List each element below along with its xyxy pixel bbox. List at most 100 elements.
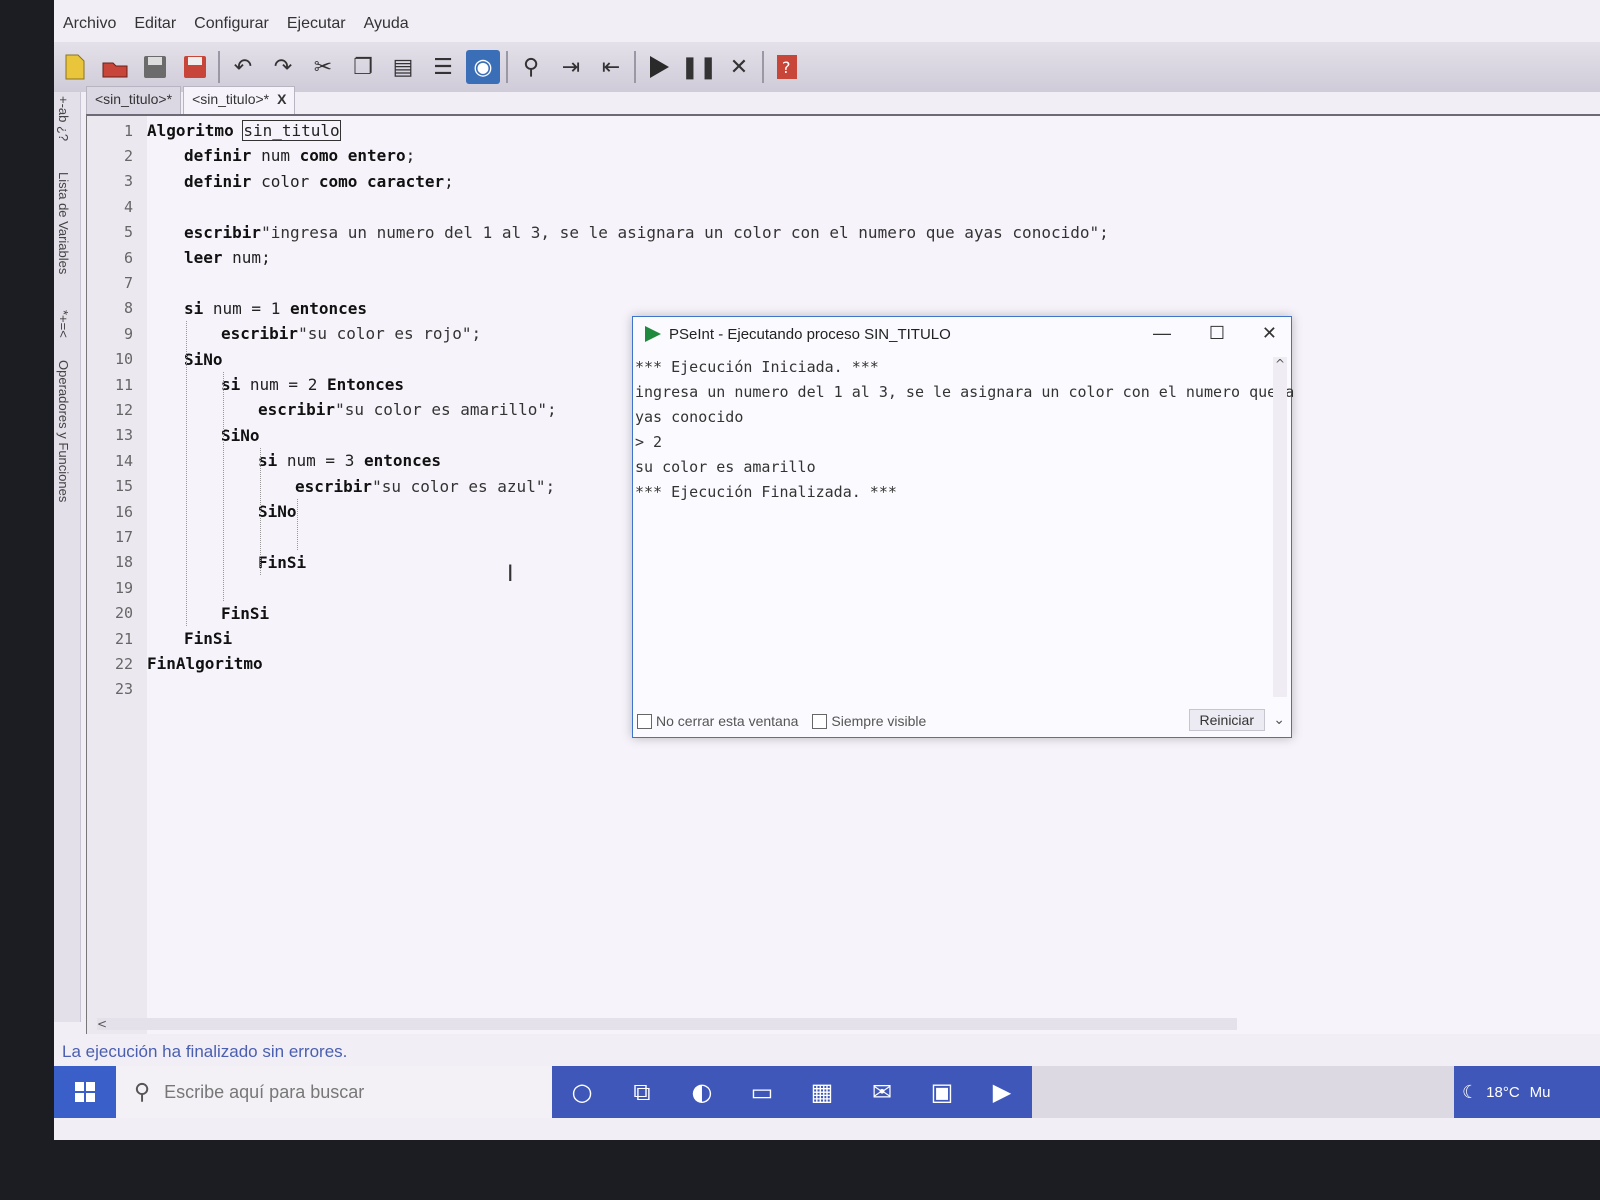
new-file-icon[interactable] <box>58 50 92 84</box>
variables-panel-tab[interactable]: Lista de Variables <box>56 172 71 274</box>
code-text: si num = 2 Entonces <box>221 375 404 394</box>
toolbar: ↶ ↷ ✂ ❐ ▤ ☰ ◉ ⚲ ⇥ ⇤ ❚❚ ✕ ? <box>54 42 1600 92</box>
code-line: 1 Algoritmo sin_titulo <box>87 118 341 143</box>
keyword: como <box>318 171 358 191</box>
menu-editar[interactable]: Editar <box>125 15 185 33</box>
console-line: yas conocido <box>635 408 744 426</box>
tab-sin-titulo-1[interactable]: <sin_titulo>* <box>86 86 182 114</box>
list-icon[interactable]: ☰ <box>426 50 460 84</box>
code-line: 2 definir num como entero; <box>87 143 415 168</box>
line-number: 8 <box>123 299 133 318</box>
tab-label: <sin_titulo>* <box>95 91 173 107</box>
step-icon[interactable]: ❚❚ <box>681 50 718 84</box>
line-number: 9 <box>123 324 133 343</box>
svg-text:?: ? <box>782 58 791 77</box>
no-close-checkbox[interactable] <box>637 713 652 729</box>
edge-icon[interactable]: ◐ <box>672 1078 732 1106</box>
tab-label: <sin_titulo>* <box>192 91 270 107</box>
scroll-left-icon[interactable]: < <box>97 1017 107 1031</box>
code-token: color <box>251 171 319 191</box>
weather-description: Mu <box>1529 1083 1551 1101</box>
find-icon[interactable]: ⚲ <box>514 50 548 84</box>
keyword: entonces <box>363 451 442 471</box>
code-line: 7 <box>87 270 147 295</box>
code-line: 8 si num = 1 entonces <box>87 296 367 321</box>
operators-panel-tab[interactable]: Operadores y Funciones <box>56 360 71 502</box>
execution-window-title: PSeInt - Ejecutando proceso SIN_TITULO <box>669 325 951 343</box>
weather-temperature[interactable]: 18°C <box>1486 1084 1520 1101</box>
line-number: 13 <box>114 426 133 445</box>
close-button[interactable]: ✕ <box>1262 323 1277 344</box>
keyword: escribir <box>184 222 262 242</box>
start-button[interactable] <box>54 1066 116 1118</box>
vertical-scrollbar[interactable]: ^ <box>1273 357 1287 697</box>
code-text: escribir"su color es azul"; <box>295 477 555 496</box>
copy-icon[interactable]: ❐ <box>346 50 380 84</box>
keyword: definir <box>184 146 252 166</box>
office-icon[interactable]: ▣ <box>912 1078 972 1106</box>
mail-icon[interactable]: ✉ <box>852 1078 912 1106</box>
toolbar-separator <box>634 51 636 83</box>
tab-sin-titulo-2[interactable]: <sin_titulo>* X <box>183 86 296 114</box>
text-cursor-icon: I <box>507 562 514 587</box>
line-number: 14 <box>114 451 133 470</box>
eye-icon[interactable]: ◉ <box>466 50 500 84</box>
line-number: 18 <box>114 553 133 572</box>
pseint-icon[interactable]: ▶ <box>972 1078 1032 1106</box>
code-token: num = 1 <box>203 298 290 318</box>
maximize-button[interactable]: ☐ <box>1209 323 1225 344</box>
undo-icon[interactable]: ↶ <box>226 50 260 84</box>
code-line: 15 escribir"su color es azul"; <box>87 474 555 499</box>
code-line: 10 SiNo <box>87 347 223 372</box>
line-number: 2 <box>123 146 133 165</box>
save-as-icon[interactable] <box>178 50 212 84</box>
code-token: num = 2 <box>240 375 327 394</box>
restart-button[interactable]: Reiniciar <box>1188 709 1265 731</box>
help-icon[interactable]: ? <box>770 50 804 84</box>
menu-ayuda[interactable]: Ayuda <box>355 15 418 33</box>
code-text: SiNo <box>221 426 260 445</box>
store-icon[interactable]: ▦ <box>792 1078 852 1106</box>
code-line: 20 FinSi <box>87 601 269 626</box>
string-literal: "su color es amarillo"; <box>335 400 557 420</box>
unindent-icon[interactable]: ⇤ <box>594 50 628 84</box>
debug-icon[interactable]: ✕ <box>722 50 756 84</box>
open-icon[interactable] <box>98 50 132 84</box>
code-text: Algoritmo sin_titulo <box>147 120 341 141</box>
menu-configurar[interactable]: Configurar <box>185 15 278 33</box>
code-text: FinSi <box>221 604 269 623</box>
indent-guide <box>223 372 224 601</box>
run-icon[interactable] <box>642 50 676 84</box>
save-icon[interactable] <box>138 50 172 84</box>
file-explorer-icon[interactable]: ▭ <box>732 1078 792 1106</box>
chevron-down-icon[interactable]: ⌄ <box>1273 711 1285 728</box>
code-text: leer num; <box>184 248 271 267</box>
keyword: SiNo <box>258 502 297 521</box>
code-line: 14 si num = 3 entonces <box>87 448 441 473</box>
code-text: si num = 3 entonces <box>258 451 441 470</box>
line-number: 22 <box>114 654 133 673</box>
operators-glyphs: *+=< <box>56 310 71 338</box>
keyword: SiNo <box>184 349 223 369</box>
toolbar-separator <box>218 51 220 83</box>
indent-icon[interactable]: ⇥ <box>554 50 588 84</box>
line-number: 17 <box>114 527 133 546</box>
minimize-button[interactable]: — <box>1153 323 1171 344</box>
task-view-icon[interactable]: ⧉ <box>612 1078 672 1106</box>
paste-icon[interactable]: ▤ <box>386 50 420 84</box>
side-panel: +-ab ¿? Lista de Variables *+=< Operador… <box>54 92 81 1022</box>
weather-moon-icon[interactable]: ☾ <box>1462 1082 1478 1103</box>
scroll-up-icon[interactable]: ^ <box>1273 357 1287 371</box>
always-visible-checkbox[interactable] <box>812 713 828 729</box>
cut-icon[interactable]: ✂ <box>306 50 340 84</box>
cortana-icon[interactable]: ○ <box>552 1078 612 1106</box>
horizontal-scrollbar[interactable]: < <box>97 1018 1237 1030</box>
menu-archivo[interactable]: Archivo <box>54 15 125 33</box>
keyword: escribir <box>221 324 299 344</box>
close-tab-icon[interactable]: X <box>277 91 286 107</box>
execution-window-titlebar[interactable]: PSeInt - Ejecutando proceso SIN_TITULO —… <box>633 317 1291 351</box>
taskbar-search[interactable]: ⚲ Escribe aquí para buscar <box>116 1066 552 1118</box>
redo-icon[interactable]: ↷ <box>266 50 300 84</box>
menu-ejecutar[interactable]: Ejecutar <box>278 15 355 33</box>
line-number: 15 <box>114 477 133 496</box>
